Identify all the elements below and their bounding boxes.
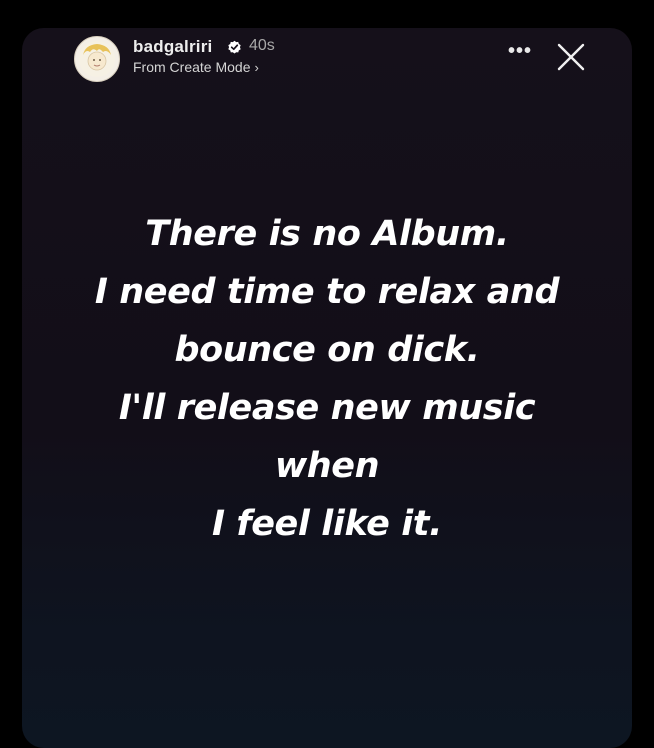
- post-time: 40s: [249, 37, 275, 54]
- story-text: There is no Album. I need time to relax …: [22, 205, 632, 553]
- story-line: when: [274, 446, 380, 486]
- story-card[interactable]: badgalriri 40s From Create Mode › ••• The…: [22, 28, 632, 748]
- close-icon: [557, 43, 585, 71]
- avatar-icon: [79, 41, 115, 77]
- chevron-right-icon: ›: [254, 60, 259, 75]
- close-button[interactable]: [556, 42, 586, 72]
- story-line: bounce on dick.: [174, 330, 480, 370]
- verified-badge-icon: [228, 40, 241, 54]
- more-options-button[interactable]: •••: [508, 40, 532, 63]
- avatar[interactable]: [74, 36, 120, 82]
- create-mode-link[interactable]: From Create Mode ›: [133, 59, 259, 75]
- story-line: I feel like it.: [211, 504, 443, 544]
- more-options-icon: •••: [508, 40, 533, 62]
- username[interactable]: badgalriri: [133, 37, 212, 57]
- story-line: I'll release new music: [118, 388, 536, 428]
- story-line: I need time to relax and: [94, 272, 560, 312]
- create-mode-label: From Create Mode: [133, 59, 251, 75]
- story-line: There is no Album.: [145, 214, 509, 254]
